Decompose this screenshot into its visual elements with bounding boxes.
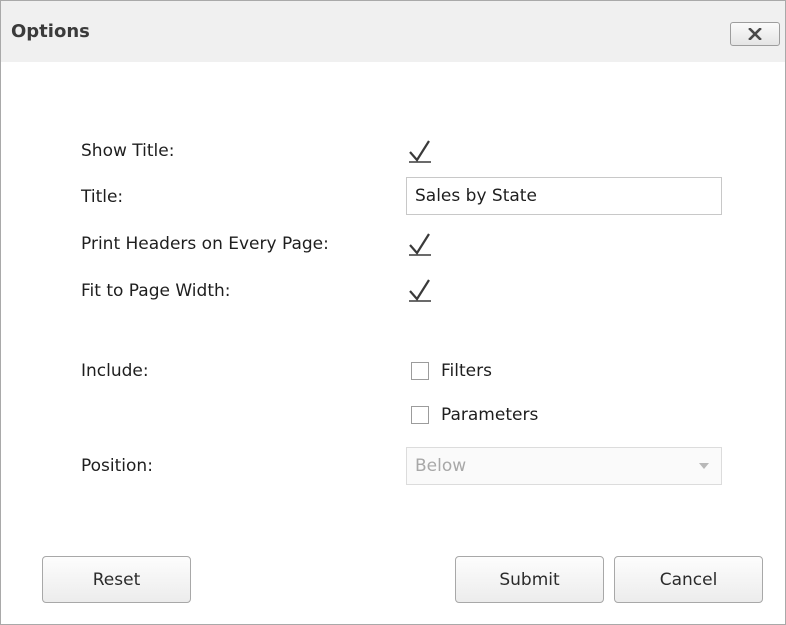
include-filters-checkbox[interactable] bbox=[411, 362, 429, 380]
title-label: Title: bbox=[81, 187, 124, 207]
position-label: Position: bbox=[81, 456, 153, 476]
title-bar: Options bbox=[1, 1, 785, 62]
include-filters-label[interactable]: Filters bbox=[441, 360, 492, 382]
fit-width-checkbox[interactable] bbox=[407, 277, 433, 303]
title-input[interactable] bbox=[406, 177, 722, 215]
options-dialog: Options Show Title: Title: Print Headers… bbox=[0, 0, 786, 625]
show-title-checkbox[interactable] bbox=[407, 138, 433, 164]
check-mark-icon bbox=[409, 140, 430, 162]
position-select-value: Below bbox=[415, 456, 467, 476]
include-parameters-checkbox[interactable] bbox=[411, 406, 429, 424]
close-icon bbox=[748, 28, 762, 40]
position-select[interactable]: Below bbox=[406, 447, 722, 485]
check-mark-icon bbox=[409, 279, 430, 301]
include-label: Include: bbox=[81, 361, 149, 381]
fit-width-label: Fit to Page Width: bbox=[81, 281, 231, 301]
print-headers-checkbox[interactable] bbox=[407, 231, 433, 257]
chevron-down-icon bbox=[699, 463, 709, 469]
check-mark-icon bbox=[409, 233, 430, 255]
close-button[interactable] bbox=[730, 22, 780, 46]
dialog-title: Options bbox=[11, 21, 90, 42]
show-title-label: Show Title: bbox=[81, 141, 175, 161]
reset-button[interactable]: Reset bbox=[42, 556, 191, 603]
include-parameters-label[interactable]: Parameters bbox=[441, 404, 538, 426]
submit-button[interactable]: Submit bbox=[455, 556, 604, 603]
cancel-button[interactable]: Cancel bbox=[614, 556, 763, 603]
print-headers-label: Print Headers on Every Page: bbox=[81, 234, 329, 254]
